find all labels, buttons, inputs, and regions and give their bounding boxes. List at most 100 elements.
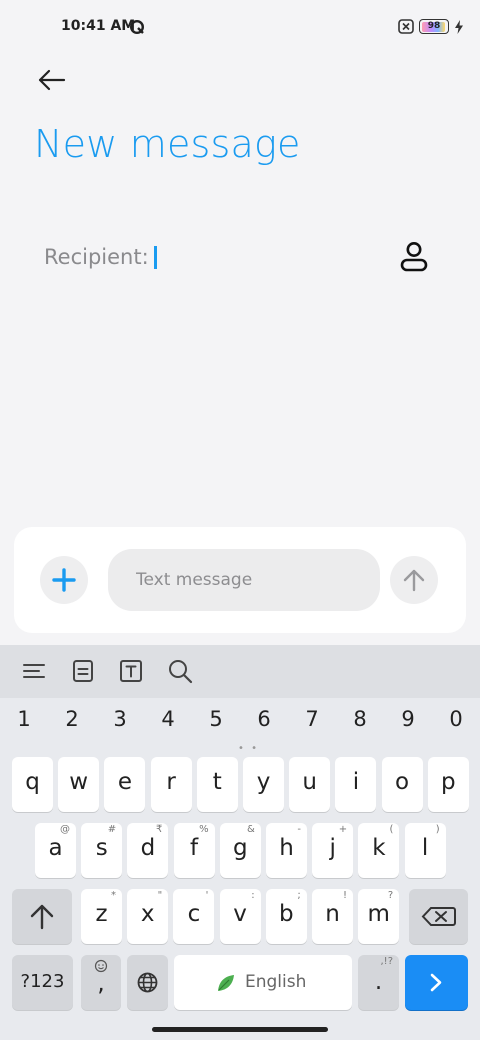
space-key[interactable]: English bbox=[174, 955, 352, 1010]
key-o[interactable]: o bbox=[381, 757, 423, 812]
key-g[interactable]: g & bbox=[219, 823, 261, 878]
shift-arrow-icon bbox=[30, 904, 54, 930]
page-title: New message bbox=[34, 122, 301, 166]
key-label: w bbox=[69, 769, 89, 795]
key-v[interactable]: v: bbox=[219, 889, 261, 944]
number-key-4[interactable]: 4 bbox=[144, 707, 192, 731]
charging-bolt-icon bbox=[455, 19, 463, 34]
key-hint: @ bbox=[60, 824, 70, 835]
key-label: b bbox=[278, 901, 294, 927]
emoji-comma-key[interactable]: , bbox=[81, 955, 121, 1010]
key-x[interactable]: x " bbox=[127, 889, 169, 944]
language-globe-key[interactable] bbox=[127, 955, 168, 1010]
key-t[interactable]: t bbox=[196, 757, 238, 812]
recipient-field[interactable]: Recipient: bbox=[44, 242, 444, 278]
backspace-key[interactable] bbox=[409, 889, 468, 944]
key-label: s bbox=[95, 835, 108, 861]
key-label: j bbox=[329, 835, 336, 861]
key-u[interactable]: u bbox=[289, 757, 331, 812]
key-label: p bbox=[440, 769, 456, 795]
key-f[interactable]: f% bbox=[173, 823, 215, 878]
key-h[interactable]: h- bbox=[266, 823, 307, 878]
attach-button[interactable] bbox=[40, 556, 88, 604]
contact-picker-icon[interactable] bbox=[396, 240, 432, 274]
key-label: i bbox=[352, 769, 360, 795]
key-q[interactable]: q bbox=[12, 757, 53, 812]
q-app-icon bbox=[129, 19, 145, 35]
chevron-right-icon bbox=[430, 973, 442, 992]
globe-icon bbox=[137, 972, 158, 993]
keyboard: 1234567890 • • q w e r t y u i o p a @ s # d ₹ f% g & h - j + k… bbox=[0, 645, 480, 1040]
status-icons: 98 bbox=[398, 19, 464, 34]
backspace-icon bbox=[421, 907, 456, 926]
key-label: f bbox=[190, 835, 199, 861]
key-r[interactable]: r bbox=[150, 757, 192, 812]
symbols-key[interactable]: ?123 bbox=[12, 955, 73, 1010]
number-key-3[interactable]: 3 bbox=[96, 707, 144, 731]
key-hint: ! bbox=[342, 890, 347, 901]
send-arrow-icon bbox=[403, 569, 425, 592]
key-c[interactable]: c ' bbox=[173, 889, 215, 944]
key-hint: ( bbox=[389, 824, 394, 835]
key-z[interactable]: z * bbox=[81, 889, 122, 944]
key-e[interactable]: e bbox=[104, 757, 146, 812]
message-input[interactable] bbox=[108, 549, 380, 611]
enter-key[interactable] bbox=[405, 955, 468, 1010]
key-label: v bbox=[233, 901, 247, 927]
key-hint: ,!? bbox=[380, 956, 394, 967]
number-key-5[interactable]: 5 bbox=[192, 707, 240, 731]
key-w[interactable]: w bbox=[58, 757, 100, 812]
number-key-7[interactable]: 7 bbox=[288, 707, 336, 731]
menu-lines-icon[interactable] bbox=[20, 657, 48, 685]
key-label: a bbox=[48, 835, 63, 861]
key-k[interactable]: k( bbox=[358, 823, 400, 878]
back-arrow-icon[interactable] bbox=[32, 60, 72, 100]
key-hint: + bbox=[338, 824, 348, 835]
page-dots: • • bbox=[238, 743, 259, 754]
key-label: g bbox=[232, 835, 248, 861]
key-label: r bbox=[166, 769, 176, 795]
number-key-2[interactable]: 2 bbox=[48, 707, 96, 731]
key-y[interactable]: y bbox=[243, 757, 284, 812]
key-hint: # bbox=[107, 824, 117, 835]
key-label: d bbox=[140, 835, 156, 861]
key-hint: % bbox=[199, 824, 209, 835]
number-row: 1234567890 bbox=[0, 707, 480, 739]
number-key-9[interactable]: 9 bbox=[384, 707, 432, 731]
key-b[interactable]: b; bbox=[265, 889, 307, 944]
clipboard-icon[interactable] bbox=[69, 657, 97, 685]
key-a[interactable]: a @ bbox=[35, 823, 76, 878]
key-label: x bbox=[140, 901, 155, 927]
key-hint: ' bbox=[205, 890, 209, 901]
key-hint: - bbox=[297, 824, 301, 835]
text-editing-icon[interactable] bbox=[117, 657, 145, 685]
key-n[interactable]: n! bbox=[312, 889, 353, 944]
number-key-8[interactable]: 8 bbox=[336, 707, 384, 731]
key-s[interactable]: s # bbox=[81, 823, 123, 878]
status-bar: 10:41 AM 98 bbox=[0, 0, 480, 56]
key-d[interactable]: d ₹ bbox=[127, 823, 169, 878]
battery-percent: 98 bbox=[427, 21, 441, 31]
key-hint: * bbox=[111, 890, 116, 901]
search-icon[interactable] bbox=[166, 657, 194, 685]
leaf-icon bbox=[218, 975, 234, 991]
send-button[interactable] bbox=[390, 556, 438, 604]
number-key-6[interactable]: 6 bbox=[240, 707, 288, 731]
key-hint: ; bbox=[297, 890, 301, 901]
key-i[interactable]: i bbox=[335, 757, 377, 812]
key-label: . bbox=[374, 969, 383, 995]
key-p[interactable]: p bbox=[427, 757, 469, 812]
shift-key[interactable] bbox=[12, 889, 72, 944]
number-key-1[interactable]: 1 bbox=[0, 707, 48, 731]
home-indicator[interactable] bbox=[152, 1027, 328, 1032]
keyboard-toolbar bbox=[0, 645, 480, 698]
key-j[interactable]: j + bbox=[312, 823, 354, 878]
key-m[interactable]: m? bbox=[358, 889, 400, 944]
no-sim-icon bbox=[398, 19, 414, 34]
key-label: t bbox=[212, 769, 222, 795]
key-label: e bbox=[117, 769, 132, 795]
key-l[interactable]: l) bbox=[404, 823, 446, 878]
period-key[interactable]: .,!? bbox=[358, 955, 399, 1010]
key-label: k bbox=[372, 835, 386, 861]
number-key-0[interactable]: 0 bbox=[432, 707, 480, 731]
